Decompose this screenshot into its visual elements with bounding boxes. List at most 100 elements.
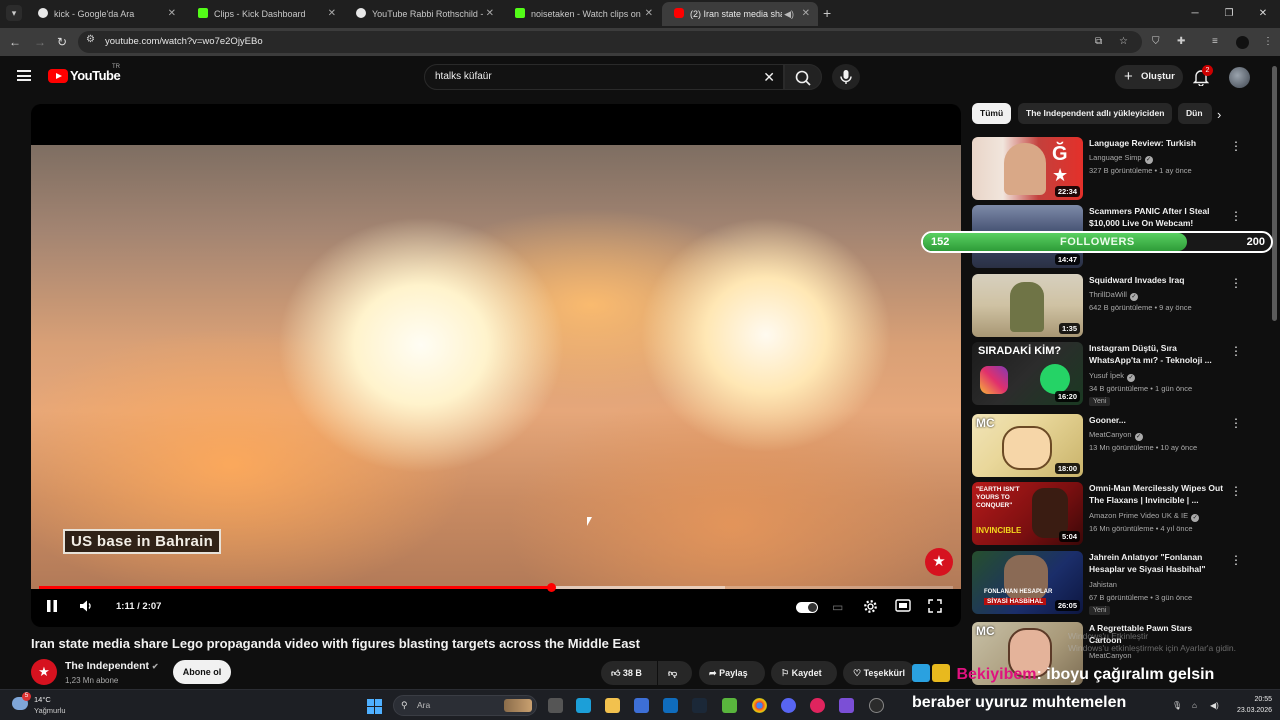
recommendation-channel[interactable]: Jahistan (1089, 580, 1117, 589)
steam-icon[interactable] (692, 698, 707, 713)
chevron-right-icon[interactable]: › (1217, 107, 1221, 122)
channel-text[interactable]: ThrillDaWill (1089, 290, 1127, 299)
browser-tab-google[interactable]: kick - Google'da Ara ✕ (26, 2, 184, 26)
bookmark-star-icon[interactable]: ☆ (1119, 35, 1128, 49)
discord-icon[interactable] (781, 698, 796, 713)
windows-start-icon[interactable] (367, 699, 382, 714)
task-view-icon[interactable] (548, 698, 563, 713)
video-frame[interactable]: US base in Bahrain (31, 145, 961, 589)
video-thumbnail[interactable]: SIRADAKİ KİM? 16:20 (972, 342, 1083, 405)
channel-text[interactable]: Jahistan (1089, 580, 1117, 589)
channel-text[interactable]: Language Simp (1089, 153, 1142, 162)
back-icon[interactable]: ← (9, 34, 21, 50)
close-tab-icon[interactable]: ✕ (168, 2, 176, 26)
browser-tab-kick-dashboard[interactable]: Clips - Kick Dashboard ✕ (186, 2, 344, 26)
profile-icon[interactable] (1236, 36, 1249, 49)
account-avatar[interactable] (1229, 67, 1250, 88)
search-input[interactable]: htalks küfaür ✕ (424, 64, 784, 90)
address-bar[interactable]: ⚙ youtube.com/watch?v=wo7e2OjyEBo ⧉ ☆ (78, 31, 1142, 53)
close-tab-icon[interactable]: ✕ (486, 2, 494, 26)
extensions-puzzle-icon[interactable]: ✚ (1177, 34, 1185, 50)
kebab-icon[interactable]: ⋮ (1230, 416, 1242, 430)
autoplay-toggle[interactable] (796, 602, 818, 613)
video-thumbnail[interactable]: FONLANAN HESAPLAR SİYASİ HASBİHAL 26:05 (972, 551, 1083, 614)
obs-icon[interactable] (869, 698, 884, 713)
browser-tab-kick-clips[interactable]: noisetaken - Watch clips on Kic ✕ (503, 2, 661, 26)
close-window-icon[interactable]: ✕ (1246, 0, 1280, 28)
channel-text[interactable]: Amazon Prime Video UK & IE (1089, 511, 1188, 520)
recommendation-item[interactable]: SIRADAKİ KİM? 16:20 Instagram Düştü, Sır… (972, 342, 1252, 406)
speaker-icon[interactable]: ◀) (784, 2, 794, 26)
file-explorer-icon[interactable] (605, 698, 620, 713)
channel-text[interactable]: Yusuf İpek (1089, 371, 1124, 380)
theater-mode-icon[interactable] (895, 599, 911, 616)
progress-bar[interactable] (39, 583, 953, 592)
video-player[interactable]: US base in Bahrain 1:11 / 2:07 ▭ (31, 104, 961, 627)
forward-icon[interactable]: → (34, 34, 46, 50)
recommendation-channel[interactable]: Yusuf İpek ✓ (1089, 371, 1136, 382)
fullscreen-button[interactable] (928, 599, 942, 617)
shield-extension-icon[interactable]: ⛉ (1152, 34, 1160, 50)
widgets-icon[interactable] (576, 698, 591, 713)
minecraft-icon[interactable] (722, 698, 737, 713)
site-info-icon[interactable]: ⚙ (86, 34, 95, 45)
subtitles-icon[interactable]: ▭ (832, 599, 843, 615)
channel-avatar[interactable]: ★ (31, 659, 57, 685)
recommendation-item[interactable]: FONLANAN HESAPLAR SİYASİ HASBİHAL 26:05 … (972, 551, 1252, 615)
scrubber-handle[interactable] (546, 583, 556, 592)
recommendation-item[interactable]: 1:35 Squidward Invades Iraq ThrillDaWill… (972, 274, 1252, 338)
recommendation-item[interactable]: MC 18:00 Gooner... MeatCanyon ✓ 13 Mn gör… (972, 414, 1252, 478)
share-button[interactable]: ➦ Paylaş (699, 661, 765, 685)
reload-icon[interactable]: ↻ (57, 34, 67, 50)
recommendation-channel[interactable]: Language Simp ✓ (1089, 153, 1153, 164)
chip-from-uploader[interactable]: The Independent adlı yükleyiciden (1018, 103, 1173, 124)
tab-search-icon[interactable]: ▾ (6, 5, 22, 21)
outlook-icon[interactable] (663, 698, 678, 713)
kebab-icon[interactable]: ⋮ (1230, 344, 1242, 358)
install-app-icon[interactable]: ⧉ (1095, 35, 1102, 49)
kebab-icon[interactable]: ⋮ (1230, 139, 1242, 153)
media-control-icon[interactable]: ≡ (1212, 34, 1218, 50)
pause-button[interactable] (46, 599, 58, 617)
clear-search-icon[interactable]: ✕ (763, 65, 775, 89)
thanks-button[interactable]: ♡ Teşekkürl (843, 661, 915, 685)
recommendation-item[interactable]: Ğ ★ 22:34 Language Review: Turkish Langu… (972, 137, 1252, 201)
kebab-icon[interactable]: ⋮ (1230, 276, 1242, 290)
media-app-icon[interactable] (810, 698, 825, 713)
network-tray-icon[interactable]: ⌂ (1192, 700, 1197, 712)
subscribe-button[interactable]: Abone ol (173, 660, 231, 684)
recommendation-channel[interactable]: MeatCanyon ✓ (1089, 430, 1143, 441)
restore-icon[interactable]: ❐ (1212, 0, 1246, 28)
video-thumbnail[interactable]: MC 18:00 (972, 414, 1083, 477)
taskbar-search[interactable]: ⚲ Ara (393, 695, 537, 716)
close-tab-icon[interactable]: ✕ (802, 2, 810, 26)
taskbar-search-placeholder[interactable]: Ara (417, 696, 430, 715)
teams-icon[interactable] (839, 698, 854, 713)
microphone-tray-icon[interactable]: 🎙︎ (1172, 700, 1182, 712)
settings-button[interactable] (863, 599, 878, 618)
like-button[interactable]: 👍︎ 38 B (601, 661, 657, 685)
browser-tab-google-search[interactable]: YouTube Rabbi Rothschild - Go ✕ (344, 2, 502, 26)
dislike-button[interactable]: 👎︎ (658, 661, 692, 685)
voice-search-button[interactable] (832, 64, 860, 90)
system-clock[interactable]: 20:55 23.03.2026 (1228, 694, 1272, 716)
minimize-icon[interactable]: ─ (1178, 0, 1212, 28)
channel-name[interactable]: The Independent ✔ (65, 660, 159, 672)
page-scrollbar[interactable] (1272, 66, 1277, 321)
menu-icon[interactable] (17, 70, 31, 81)
search-query[interactable]: htalks küfaür (435, 65, 492, 89)
notifications-button[interactable]: 2 (1192, 65, 1213, 87)
close-tab-icon[interactable]: ✕ (645, 2, 653, 26)
search-button[interactable] (784, 64, 822, 90)
video-thumbnail[interactable]: 1:35 (972, 274, 1083, 337)
volume-button[interactable] (79, 599, 93, 617)
kebab-icon[interactable]: ⋮ (1230, 484, 1242, 498)
video-thumbnail[interactable]: "EARTH ISN'T YOURS TO CONQUER" INVINCIBL… (972, 482, 1083, 545)
create-button[interactable]: + Oluştur (1115, 65, 1183, 89)
kebab-icon[interactable]: ⋮ (1230, 209, 1242, 223)
recommendation-channel[interactable]: ThrillDaWill ✓ (1089, 290, 1138, 301)
chrome-icon[interactable] (752, 698, 767, 713)
new-tab-button[interactable]: + (823, 5, 831, 21)
close-tab-icon[interactable]: ✕ (328, 2, 336, 26)
volume-tray-icon[interactable]: ◀) (1210, 700, 1219, 712)
